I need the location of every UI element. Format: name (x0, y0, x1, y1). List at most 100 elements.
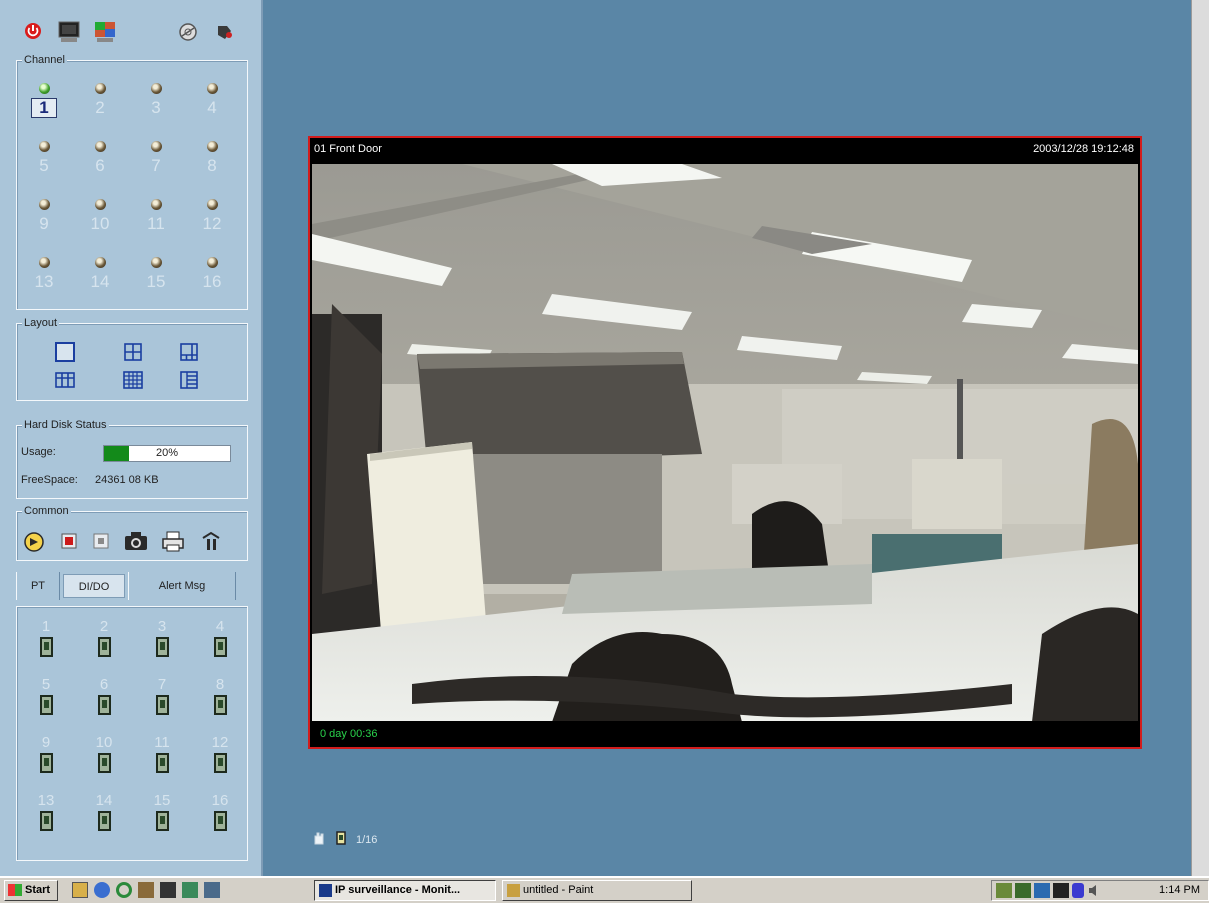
output-11-toggle[interactable]: 11 (147, 735, 177, 773)
output-device-icon (97, 637, 111, 657)
video-window[interactable]: 01 Front Door 2003/12/28 19:12:48 0 day … (308, 136, 1142, 749)
channel-3-button[interactable]: 3 (141, 83, 171, 127)
playback-icon[interactable] (21, 528, 49, 554)
channel-4-button[interactable]: 4 (197, 83, 227, 127)
layout-quad-button[interactable] (121, 340, 145, 364)
task-paint-label: untitled - Paint (523, 884, 594, 896)
channel-number: 14 (90, 272, 110, 291)
output-16-toggle[interactable]: 16 (205, 793, 235, 831)
output-6-toggle[interactable]: 6 (89, 677, 119, 715)
stop-icon[interactable] (89, 528, 113, 554)
output-number: 3 (157, 618, 167, 635)
channel-14-button[interactable]: 14 (85, 257, 115, 301)
layout-single-button[interactable] (53, 340, 77, 364)
tray-app-icon[interactable] (996, 883, 1012, 898)
output-number: 9 (41, 734, 51, 751)
color-icon[interactable] (92, 20, 118, 44)
tray-tools-icon[interactable] (1015, 883, 1031, 898)
tray-shield-icon[interactable] (1072, 883, 1084, 898)
output-3-toggle[interactable]: 3 (147, 619, 177, 657)
layout-group-title: Layout (22, 316, 60, 330)
free-space-value: 24361 08 KB (95, 474, 159, 486)
video-channel-label: 01 Front Door (314, 143, 382, 155)
computer-icon[interactable] (204, 882, 220, 898)
channel-status-icon (150, 141, 162, 152)
output-12-toggle[interactable]: 12 (205, 735, 235, 773)
refresh-icon[interactable] (116, 882, 132, 898)
task-paint[interactable]: untitled - Paint (502, 880, 692, 901)
panel-tabs: PT DI/DO Alert Msg (16, 572, 248, 602)
clock: 1:14 PM (1159, 884, 1200, 896)
channel-group-title: Channel (22, 53, 67, 67)
tools-quick-icon[interactable] (138, 882, 154, 898)
channel-status-icon (94, 141, 106, 152)
output-10-toggle[interactable]: 10 (89, 735, 119, 773)
tools-icon[interactable] (213, 20, 237, 44)
settings-disc-icon[interactable] (176, 20, 200, 44)
output-7-toggle[interactable]: 7 (147, 677, 177, 715)
desktop-icon[interactable] (72, 882, 88, 898)
output-device-icon (213, 811, 227, 831)
output-14-toggle[interactable]: 14 (89, 793, 119, 831)
output-5-toggle[interactable]: 5 (31, 677, 61, 715)
output-4-toggle[interactable]: 4 (205, 619, 235, 657)
control-panel: Channel 1 2 3 4 5 6 7 8 9 10 11 12 13 14 15 16 Layout H… (0, 0, 263, 876)
page-indicator: 1/16 (312, 830, 377, 849)
network-icon[interactable] (182, 882, 198, 898)
channel-status-icon (38, 141, 50, 152)
hard-disk-status-title: Hard Disk Status (22, 418, 109, 432)
channel-16-button[interactable]: 16 (197, 257, 227, 301)
pan-hand-icon[interactable] (312, 830, 326, 849)
print-icon[interactable] (159, 528, 187, 554)
channel-1-button[interactable]: 1 (29, 83, 59, 127)
record-icon[interactable] (57, 528, 81, 554)
channel-13-button[interactable]: 13 (29, 257, 59, 301)
tab-alert-msg[interactable]: Alert Msg (128, 572, 236, 600)
layout-nine-button[interactable] (53, 368, 77, 392)
do-device-icon[interactable] (334, 830, 348, 849)
tray-disconnected-icon[interactable] (1053, 883, 1069, 898)
hard-disk-status-group: Hard Disk Status Usage: 20% FreeSpace: 2… (16, 418, 248, 499)
output-13-toggle[interactable]: 13 (31, 793, 61, 831)
snapshot-icon[interactable] (121, 528, 151, 554)
layout-thirteen-button[interactable] (121, 368, 145, 392)
layout-sixteen-button[interactable] (177, 368, 201, 392)
channel-15-button[interactable]: 15 (141, 257, 171, 301)
media-icon[interactable] (160, 882, 176, 898)
channel-11-button[interactable]: 11 (141, 199, 171, 243)
usage-label: Usage: (21, 446, 56, 458)
video-timestamp: 2003/12/28 19:12:48 (1033, 143, 1134, 155)
common-group: Common (16, 504, 248, 561)
layout-six-button[interactable] (177, 340, 201, 364)
output-9-toggle[interactable]: 9 (31, 735, 61, 773)
power-icon[interactable] (22, 20, 44, 42)
channel-number: 15 (146, 272, 166, 291)
exit-icon[interactable] (197, 528, 225, 554)
channel-number: 10 (90, 214, 110, 233)
channel-12-button[interactable]: 12 (197, 199, 227, 243)
tray-network-icon[interactable] (1034, 883, 1050, 898)
task-ip-surveillance[interactable]: IP surveillance - Monit... (314, 880, 496, 901)
output-number: 11 (154, 734, 170, 751)
output-1-toggle[interactable]: 1 (31, 619, 61, 657)
volume-icon[interactable] (1087, 883, 1101, 898)
channel-10-button[interactable]: 10 (85, 199, 115, 243)
tab-di-do[interactable]: DI/DO (63, 574, 125, 598)
output-8-toggle[interactable]: 8 (205, 677, 235, 715)
channel-7-button[interactable]: 7 (141, 141, 171, 185)
channel-9-button[interactable]: 9 (29, 199, 59, 243)
surveillance-app-icon (319, 883, 332, 897)
channel-number: 8 (207, 156, 217, 175)
channel-status-icon (150, 199, 162, 210)
channel-6-button[interactable]: 6 (85, 141, 115, 185)
browser-icon[interactable] (94, 882, 110, 898)
channel-8-button[interactable]: 8 (197, 141, 227, 185)
tab-pt[interactable]: PT (16, 572, 60, 600)
channel-5-button[interactable]: 5 (29, 141, 59, 185)
start-button[interactable]: Start (4, 880, 58, 901)
output-2-toggle[interactable]: 2 (89, 619, 119, 657)
monitor-icon[interactable] (56, 20, 82, 44)
channel-status-icon (94, 83, 106, 94)
output-15-toggle[interactable]: 15 (147, 793, 177, 831)
channel-2-button[interactable]: 2 (85, 83, 115, 127)
